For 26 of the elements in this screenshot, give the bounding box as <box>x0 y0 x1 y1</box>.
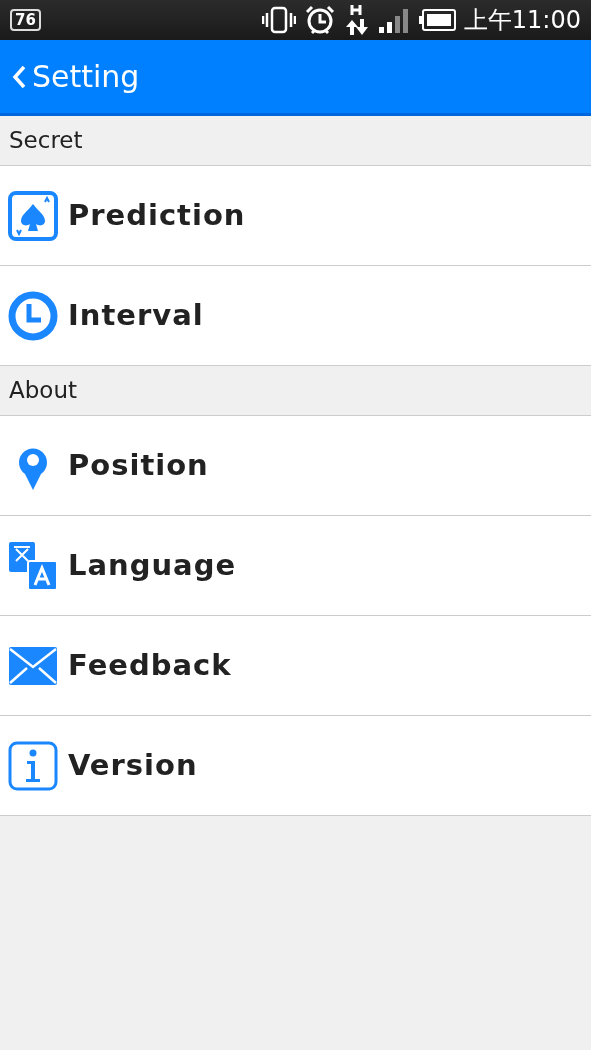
envelope-icon <box>8 645 58 686</box>
notification-badge: 76 <box>10 9 41 31</box>
alarm-icon <box>303 4 336 36</box>
signal-icon <box>377 7 410 33</box>
vibrate-icon <box>261 6 296 34</box>
item-label: Version <box>68 746 198 784</box>
settings-item[interactable]: Version <box>0 716 591 816</box>
battery-icon <box>417 9 456 31</box>
settings-item[interactable]: Feedback <box>0 616 591 716</box>
settings-item[interactable]: Prediction <box>0 166 591 266</box>
data-transfer-icon <box>343 3 370 37</box>
settings-item[interactable]: Language <box>0 516 591 616</box>
info-icon <box>8 740 58 791</box>
item-label: Feedback <box>68 646 232 684</box>
item-label: Interval <box>68 296 204 334</box>
item-label: Prediction <box>68 196 246 234</box>
settings-item[interactable]: Position <box>0 416 591 516</box>
item-label: Position <box>68 446 209 484</box>
back-button[interactable]: Setting <box>12 54 140 99</box>
card-spade-icon <box>8 190 58 241</box>
clock-icon <box>8 290 58 341</box>
clock-time: 上午11:00 <box>463 5 581 36</box>
settings-item[interactable]: Interval <box>0 266 591 366</box>
back-chevron-icon <box>12 64 26 89</box>
item-label: Language <box>68 546 237 584</box>
translate-icon <box>8 540 58 591</box>
